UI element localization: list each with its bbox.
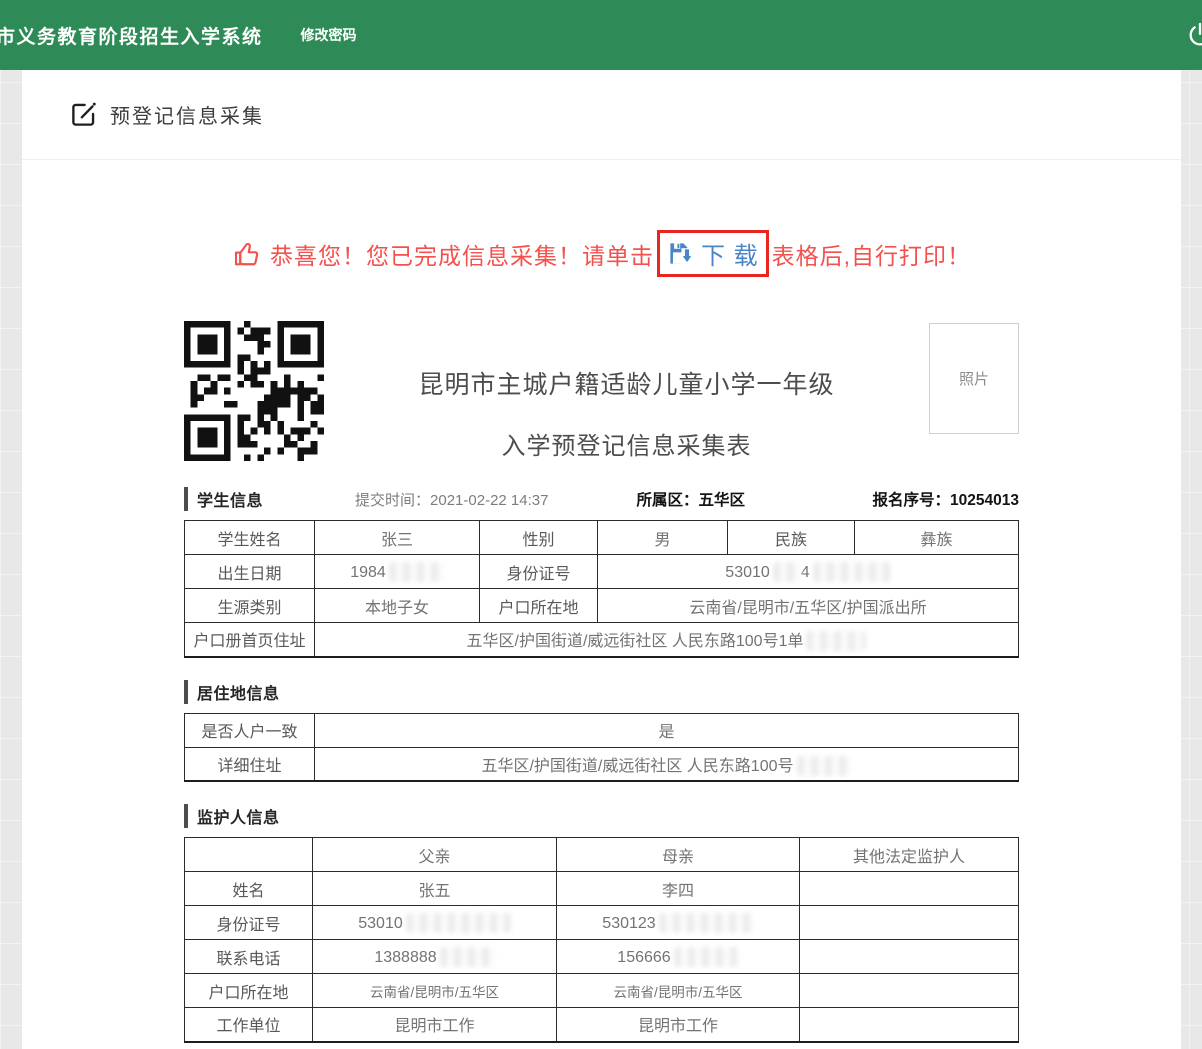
qr-code xyxy=(184,321,324,461)
redacted-value xyxy=(806,631,866,651)
table-row: 联系电话 1388888 156666 xyxy=(185,940,1019,974)
notice-banner: 恭喜您！您已完成信息采集！请单击 下 载 表格后,自行打印！ xyxy=(184,230,1019,277)
redacted-value xyxy=(797,756,852,776)
table-row: 父亲 母亲 其他法定监护人 xyxy=(185,838,1019,872)
table-row: 户口所在地 云南省/昆明市/五华区 云南省/昆明市/五华区 xyxy=(185,974,1019,1008)
download-label: 下 载 xyxy=(701,236,759,271)
residence-table: 是否人户一致 是 详细住址 五华区/护国街道/威远街社区 人民东路100号 xyxy=(184,713,1019,783)
edit-icon xyxy=(70,101,97,128)
table-row: 姓名 张五 李四 xyxy=(185,872,1019,906)
content-card: 预登记信息采集 恭喜您！您已完成信息采集！请单击 xyxy=(22,70,1181,1049)
redacted-value xyxy=(389,562,444,582)
student-section-title: 学生信息 xyxy=(184,487,263,511)
guardian-section-title: 监护人信息 xyxy=(184,804,280,828)
form-title-line1: 昆明市主城户籍适龄儿童小学一年级 xyxy=(324,365,929,401)
table-row: 是否人户一致 是 xyxy=(185,713,1019,747)
student-section-header: 学生信息 提交时间：2021-02-22 14:37 所属区：五华区 报名序号：… xyxy=(184,487,1019,511)
district: 所属区：五华区 xyxy=(636,488,745,510)
redacted-value xyxy=(773,562,801,582)
page-title: 预登记信息采集 xyxy=(110,100,264,129)
table-row: 工作单位 昆明市工作 昆明市工作 xyxy=(185,1008,1019,1042)
thumbs-up-icon xyxy=(232,239,262,269)
submit-time: 提交时间：2021-02-22 14:37 xyxy=(355,489,548,510)
table-row: 身份证号 53010 530123 xyxy=(185,906,1019,940)
table-row: 户口册首页住址 五华区/护国街道/威远街社区 人民东路100号1单 xyxy=(185,623,1019,657)
redacted-value xyxy=(440,947,495,967)
guardian-table: 父亲 母亲 其他法定监护人 姓名 张五 李四 身份证号 53010 530123… xyxy=(184,837,1019,1043)
photo-placeholder: 照片 xyxy=(929,323,1019,434)
app-title: 市义务教育阶段招生入学系统 xyxy=(0,22,263,49)
redacted-value xyxy=(674,947,739,967)
power-icon[interactable] xyxy=(1186,21,1202,49)
student-table: 学生姓名 张三 性别 男 民族 彝族 出生日期 1984 身份证号 530104… xyxy=(184,520,1019,658)
residence-section-title: 居住地信息 xyxy=(184,680,280,704)
redacted-value xyxy=(659,913,754,933)
table-row: 详细住址 五华区/护国街道/威远街社区 人民东路100号 xyxy=(185,747,1019,781)
table-row: 生源类别 本地子女 户口所在地 云南省/昆明市/五华区/护国派出所 xyxy=(185,589,1019,623)
notice-text-prefix: 恭喜您！您已完成信息采集！请单击 xyxy=(270,237,654,271)
table-row: 学生姓名 张三 性别 男 民族 彝族 xyxy=(185,521,1019,555)
table-row: 出生日期 1984 身份证号 530104 xyxy=(185,555,1019,589)
page-header: 预登记信息采集 xyxy=(22,70,1181,160)
form-title-line2: 入学预登记信息采集表 xyxy=(324,426,929,461)
notice-text-suffix: 表格后,自行打印！ xyxy=(772,237,971,271)
app-header: 市义务教育阶段招生入学系统 修改密码 xyxy=(0,0,1202,70)
redacted-value xyxy=(406,913,511,933)
residence-section-header: 居住地信息 xyxy=(184,680,1019,704)
form-area: 恭喜您！您已完成信息采集！请单击 下 载 表格后,自行打印！ xyxy=(184,230,1019,1043)
serial-number: 报名序号：10254013 xyxy=(873,488,1019,510)
change-password-link[interactable]: 修改密码 xyxy=(301,25,357,45)
download-save-icon xyxy=(667,240,694,267)
guardian-section-header: 监护人信息 xyxy=(184,804,1019,828)
download-button[interactable]: 下 载 xyxy=(657,230,769,277)
redacted-value xyxy=(813,562,891,582)
